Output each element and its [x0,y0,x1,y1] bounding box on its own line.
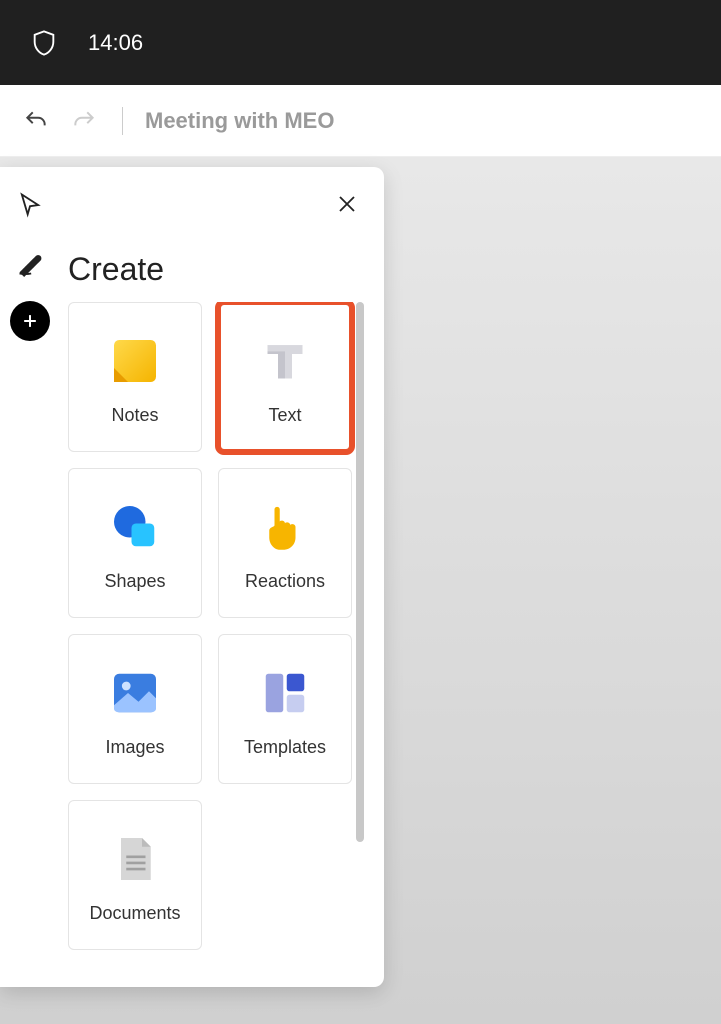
documents-icon [103,827,167,891]
card-label: Documents [89,903,180,924]
create-panel: Create [0,167,384,987]
side-toolbar [10,185,50,341]
notes-icon [103,329,167,393]
text-icon [253,329,317,393]
pen-tool[interactable] [10,243,50,283]
app-toolbar: Meeting with MEO [0,85,721,157]
panel-title: Create [68,251,364,288]
status-bar: 14:06 [0,0,721,85]
card-shapes[interactable]: Shapes [68,468,202,618]
create-grid: Notes Text [68,302,364,950]
document-title[interactable]: Meeting with MEO [145,108,334,134]
pointer-tool[interactable] [10,185,50,225]
card-documents[interactable]: Documents [68,800,202,950]
status-time: 14:06 [88,30,143,56]
card-notes[interactable]: Notes [68,302,202,452]
undo-button[interactable] [20,105,52,137]
card-label: Images [105,737,164,758]
card-label: Templates [244,737,326,758]
card-templates[interactable]: Templates [218,634,352,784]
reactions-icon [253,495,317,559]
shield-icon [30,29,58,57]
redo-button[interactable] [68,105,100,137]
card-images[interactable]: Images [68,634,202,784]
canvas-area[interactable]: Create [0,157,721,1024]
templates-icon [253,661,317,725]
card-label: Shapes [104,571,165,592]
card-reactions[interactable]: Reactions [218,468,352,618]
card-label: Reactions [245,571,325,592]
images-icon [103,661,167,725]
close-button[interactable] [332,189,362,219]
card-label: Text [268,405,301,426]
toolbar-divider [122,107,123,135]
shapes-icon [103,495,167,559]
panel-scrollbar[interactable] [356,302,364,842]
card-text[interactable]: Text [218,302,352,452]
card-label: Notes [111,405,158,426]
add-tool[interactable] [10,301,50,341]
